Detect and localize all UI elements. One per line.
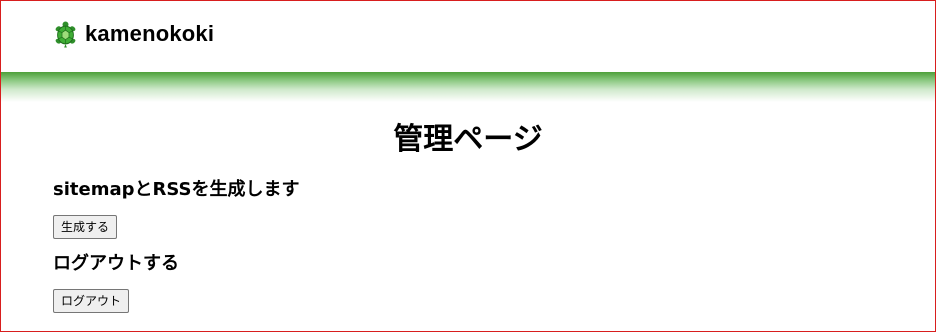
sitemap-section-heading: sitemapとRSSを生成します	[53, 179, 300, 200]
logout-button[interactable]: ログアウト	[53, 289, 130, 313]
turtle-icon	[52, 20, 79, 48]
header-divider	[1, 72, 935, 102]
generate-button[interactable]: 生成する	[53, 215, 118, 239]
logout-section-heading: ログアウトする	[53, 253, 179, 274]
site-name: kamenokoki	[85, 21, 215, 46]
site-brand-link[interactable]: kamenokoki	[52, 20, 214, 48]
site-header: kamenokoki	[1, 1, 935, 72]
page-title: 管理ページ	[393, 122, 543, 157]
page-frame: kamenokoki 管理ページ sitemapとRSSを生成します 生成する …	[0, 0, 936, 332]
